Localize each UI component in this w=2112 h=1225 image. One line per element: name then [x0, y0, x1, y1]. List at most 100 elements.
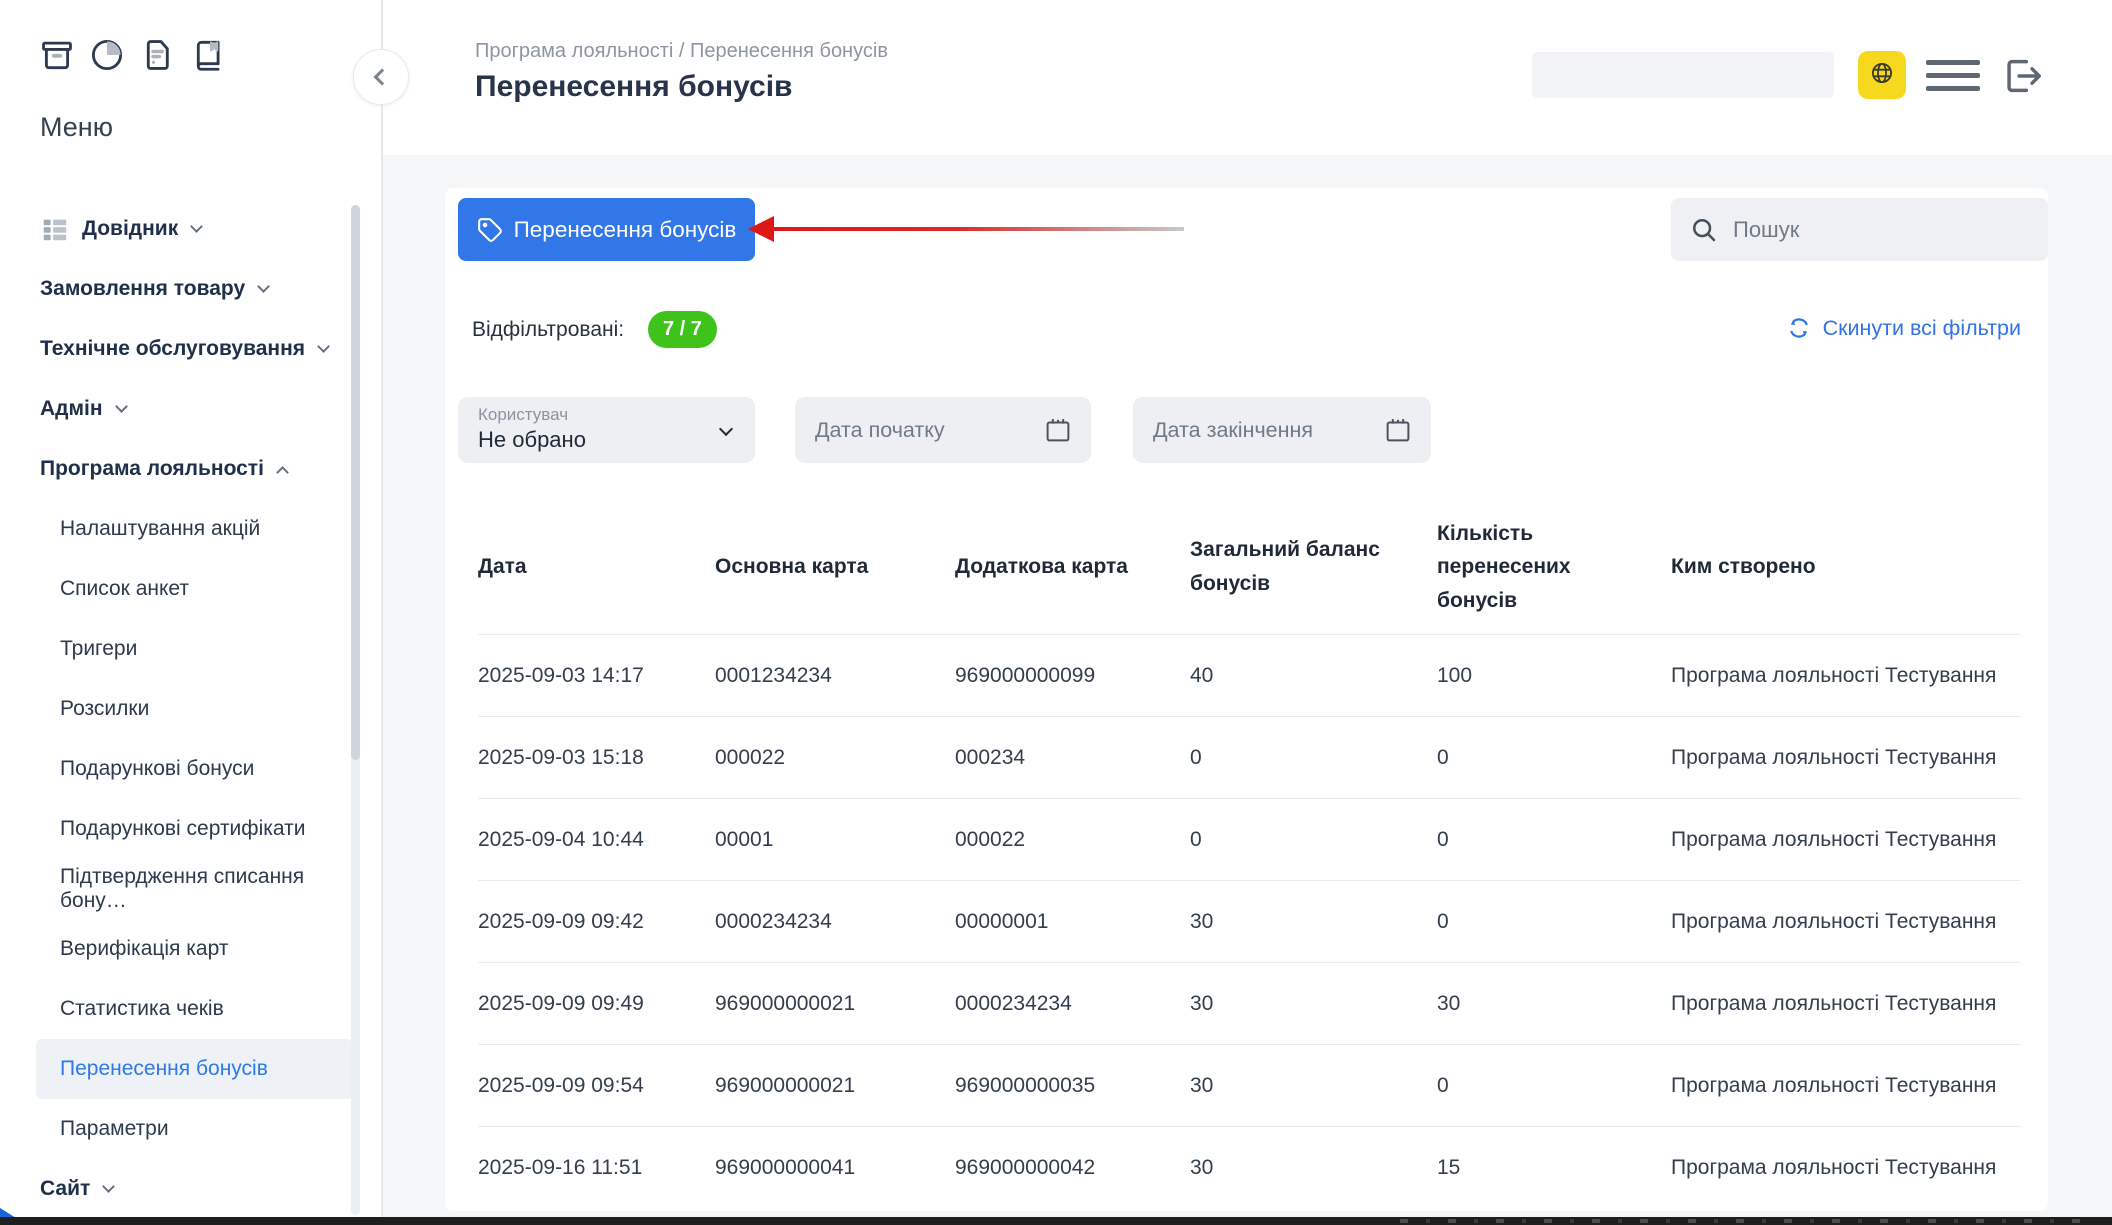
sidebar-item-label: Налаштування акцій [60, 517, 260, 541]
sidebar-item-label: Статистика чеків [60, 997, 224, 1021]
book-icon[interactable] [188, 36, 226, 74]
reset-icon [1785, 314, 1813, 342]
table-cell: 969000000041 [715, 1156, 955, 1180]
app-root: Меню ДовідникЗамовлення товаруТехнічне о… [0, 0, 2112, 1225]
sidebar-item[interactable]: Програма лояльності [36, 439, 353, 499]
table-body: 2025-09-03 14:17000123423496900000009940… [478, 634, 2021, 1208]
globe-icon [1867, 58, 1897, 93]
date-to-filter[interactable]: Дата закінчення [1133, 397, 1431, 463]
table-cell: 969000000042 [955, 1156, 1190, 1180]
sidebar-item[interactable]: Адмін [36, 379, 353, 439]
table-cell: Програма лояльності Тестування [1671, 910, 2021, 934]
document-icon[interactable] [138, 36, 176, 74]
sidebar-item-label: Верифікація карт [60, 937, 228, 961]
table-cell: 0 [1190, 828, 1437, 852]
bonus-transfer-button-label: Перенесення бонусів [514, 217, 737, 243]
table-cell: 2025-09-03 14:17 [478, 664, 715, 688]
sidebar-item-label: Подарункові сертифікати [60, 817, 305, 841]
user-filter-value: Не обрано [478, 427, 735, 453]
sidebar-item[interactable]: Технічне обслуговування [36, 319, 353, 379]
table-cell: 30 [1190, 910, 1437, 934]
annotation-arrow-line [772, 227, 1184, 231]
reset-filters-link[interactable]: Скинути всі фільтри [1785, 314, 2021, 342]
sidebar-item-label: Програма лояльності [40, 457, 264, 481]
column-header: Загальний баланс бонусів [1190, 533, 1395, 600]
table-cell: 2025-09-04 10:44 [478, 828, 715, 852]
bonus-transfer-button[interactable]: Перенесення бонусів [458, 198, 755, 261]
table-cell: 0 [1437, 1074, 1671, 1098]
sidebar-item[interactable]: Розсилки [36, 679, 353, 739]
pie-chart-icon[interactable] [88, 36, 126, 74]
sidebar-item[interactable]: Підтвердження списання бону… [36, 859, 353, 919]
sidebar-item[interactable]: Тригери [36, 619, 353, 679]
sidebar-item[interactable]: Налаштування акцій [36, 499, 353, 559]
calendar-icon [1383, 415, 1413, 445]
table-row[interactable]: 2025-09-09 09:42000023423400000001300Про… [478, 880, 2021, 962]
sidebar-collapse-button[interactable] [353, 49, 409, 105]
table-cell: 00000001 [955, 910, 1190, 934]
date-from-filter[interactable]: Дата початку [795, 397, 1091, 463]
table-row[interactable]: 2025-09-03 15:1800002200023400Програма л… [478, 716, 2021, 798]
language-button[interactable] [1858, 51, 1906, 99]
sidebar-item[interactable]: Довідник [36, 199, 353, 259]
table-cell: Програма лояльності Тестування [1671, 664, 2021, 688]
archive-box-icon[interactable] [38, 36, 76, 74]
table-cell: 2025-09-09 09:49 [478, 992, 715, 1016]
table-row[interactable]: 2025-09-04 10:440000100002200Програма ло… [478, 798, 2021, 880]
table-row[interactable]: 2025-09-09 09:49969000000021000023423430… [478, 962, 2021, 1044]
hamburger-menu-button[interactable] [1926, 60, 1980, 92]
column-header: Ким створено [1671, 550, 2021, 584]
sidebar: Меню ДовідникЗамовлення товаруТехнічне о… [0, 0, 381, 1217]
topbar-empty-field[interactable] [1532, 52, 1834, 98]
sidebar-item[interactable]: Замовлення товару [36, 259, 353, 319]
table-cell: 969000000035 [955, 1074, 1190, 1098]
calendar-icon [1043, 415, 1073, 445]
table-cell: 30 [1190, 1156, 1437, 1180]
search-input[interactable] [1731, 216, 2030, 244]
table-cell: Програма лояльності Тестування [1671, 828, 2021, 852]
sidebar-item[interactable]: Подарункові сертифікати [36, 799, 353, 859]
table-cell: 100 [1437, 664, 1671, 688]
filtered-count-badge: 7 / 7 [648, 311, 717, 348]
sidebar-item[interactable]: Подарункові бонуси [36, 739, 353, 799]
sidebar-item[interactable]: Список анкет [36, 559, 353, 619]
table-cell: 000022 [715, 746, 955, 770]
sidebar-item[interactable]: Перенесення бонусів [36, 1039, 353, 1099]
sidebar-scrollbar-thumb[interactable] [351, 205, 360, 760]
bonus-transfer-table: Дата Основна карта Додаткова карта Загал… [445, 500, 2048, 1211]
sidebar-item[interactable]: Параметри [36, 1099, 353, 1159]
sidebar-item[interactable]: Сайт [36, 1159, 353, 1219]
sidebar-item-label: Замовлення товару [40, 277, 245, 301]
column-header: Додаткова карта [955, 550, 1190, 584]
sidebar-divider [381, 0, 383, 1217]
chevron-down-icon [257, 280, 270, 293]
table-cell: 0 [1437, 828, 1671, 852]
chevron-down-icon [190, 220, 203, 233]
table-cell: 30 [1437, 992, 1671, 1016]
chevron-down-icon [115, 400, 128, 413]
sidebar-item-label: Адмін [40, 397, 103, 421]
table-cell: Програма лояльності Тестування [1671, 992, 2021, 1016]
annotation-arrow-head [748, 216, 774, 242]
search-icon [1689, 215, 1719, 245]
table-cell: 2025-09-03 15:18 [478, 746, 715, 770]
table-cell: 0 [1190, 746, 1437, 770]
sidebar-item[interactable]: Статистика чеків [36, 979, 353, 1039]
filtered-label: Відфільтровані: [472, 318, 624, 342]
sidebar-item-label: Підтвердження списання бону… [60, 865, 353, 913]
sidebar-item[interactable]: Верифікація карт [36, 919, 353, 979]
user-filter-dropdown[interactable]: Користувач Не обрано [458, 397, 755, 463]
column-header: Дата [478, 550, 715, 584]
table-cell: 40 [1190, 664, 1437, 688]
table-cell: 0 [1437, 910, 1671, 934]
table-row[interactable]: 2025-09-16 11:51969000000041969000000042… [478, 1126, 2021, 1208]
table-row[interactable]: 2025-09-03 14:17000123423496900000009940… [478, 634, 2021, 716]
table-header-row: Дата Основна карта Додаткова карта Загал… [478, 500, 2021, 634]
table-cell: Програма лояльності Тестування [1671, 1156, 2021, 1180]
reset-filters-label: Скинути всі фільтри [1823, 316, 2021, 341]
table-row[interactable]: 2025-09-09 09:54969000000021969000000035… [478, 1044, 2021, 1126]
logout-button[interactable] [1998, 53, 2046, 104]
table-cell: 969000000021 [715, 992, 955, 1016]
content-card: Перенесення бонусів Відфільтровані: 7 / … [445, 188, 2048, 1211]
table-cell: 0 [1437, 746, 1671, 770]
